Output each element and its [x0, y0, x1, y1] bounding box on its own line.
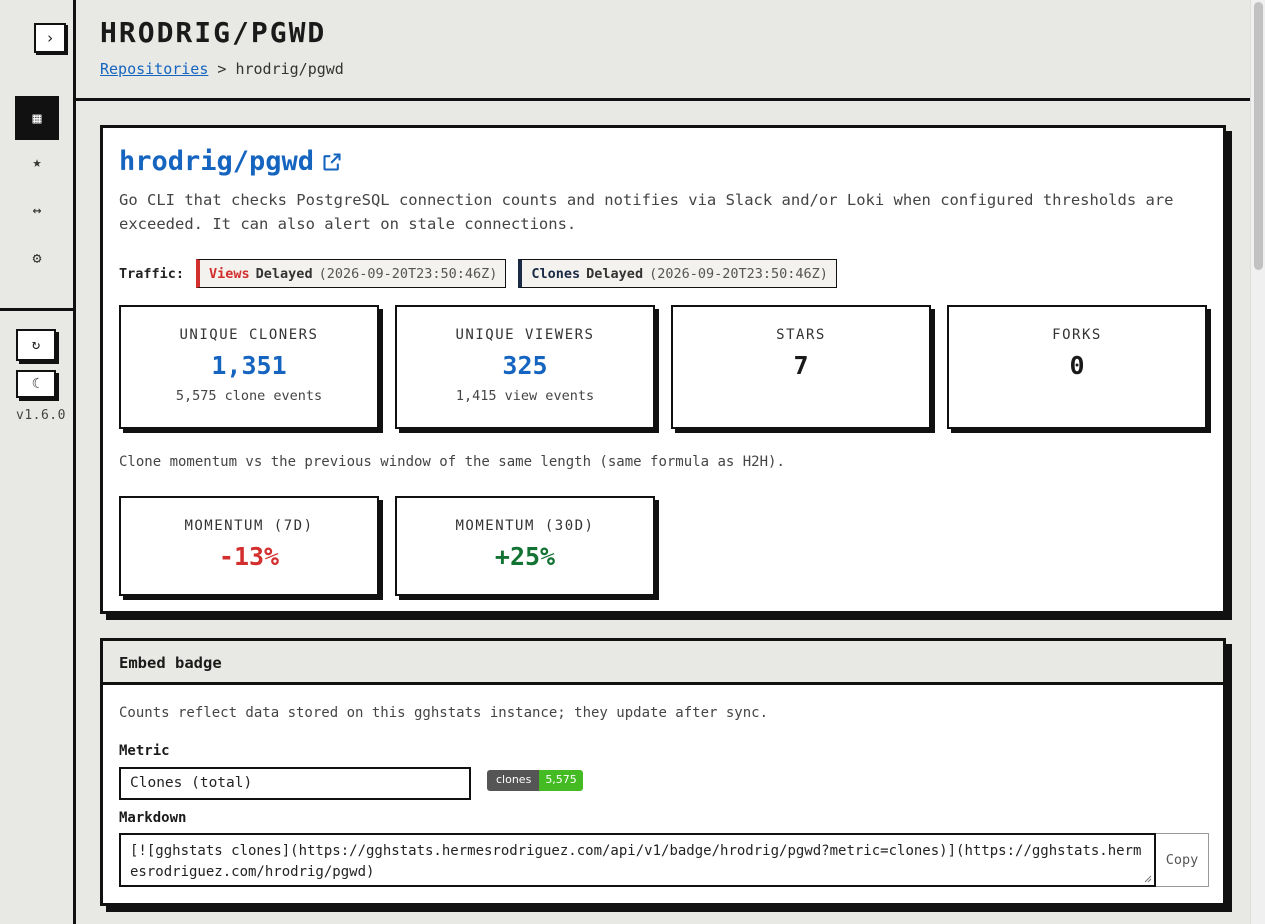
breadcrumb-current: hrodrig/pgwd [235, 60, 344, 78]
repo-name: hrodrig/pgwd [119, 146, 315, 177]
page-title: HRODRIG/PGWD [100, 16, 327, 49]
badge-preview-value: 5,575 [539, 770, 583, 791]
repo-description: Go CLI that checks PostgreSQL connection… [119, 191, 1174, 233]
external-link-icon [323, 152, 341, 171]
momentum-note: Clone momentum vs the previous window of… [119, 454, 785, 470]
clones-time: (2026-09-20T23:50:46Z) [649, 265, 828, 282]
refresh-button[interactable]: ↻ [16, 329, 56, 361]
sidebar-item-compare[interactable]: ↔ [15, 188, 59, 232]
sidebar-item-settings[interactable]: ⚙ [15, 236, 59, 280]
stat-label: MOMENTUM (7D) [184, 518, 314, 534]
stat-stars: STARS 7 [671, 305, 931, 429]
stat-unique-cloners: UNIQUE CLONERS 1,351 5,575 clone events [119, 305, 379, 429]
sidebar-item-stars[interactable]: ★ [15, 140, 59, 184]
metric-select[interactable]: Clones (total) [119, 767, 471, 800]
resize-grip-icon[interactable] [1142, 873, 1152, 883]
stat-value: 1,351 [211, 351, 287, 380]
breadcrumb: Repositories > hrodrig/pgwd [100, 60, 344, 78]
stat-label: STARS [776, 327, 826, 343]
views-state: Delayed [255, 265, 313, 282]
chevron-right-icon: › [45, 29, 55, 47]
repo-name-link[interactable]: hrodrig/pgwd [119, 146, 342, 177]
scrollbar-thumb[interactable] [1254, 2, 1263, 270]
stat-value: 7 [793, 351, 809, 380]
traffic-label: Traffic: [119, 265, 185, 282]
embed-badge-title: Embed badge [103, 641, 1223, 685]
stat-value: -13% [218, 542, 280, 571]
embed-note: Counts reflect data stored on this gghst… [119, 705, 769, 721]
clones-state: Delayed [586, 265, 644, 282]
gear-icon: ⚙ [32, 249, 42, 267]
embed-badge-card: Embed badge Counts reflect data stored o… [100, 638, 1226, 906]
markdown-text: [![gghstats clones](https://gghstats.her… [130, 843, 1142, 880]
sidebar-item-dashboard[interactable]: ▦ [15, 96, 59, 140]
refresh-icon: ↻ [31, 337, 41, 353]
moon-icon: ☾ [31, 376, 41, 392]
traffic-status: Traffic: Views Delayed (2026-09-20T23:50… [119, 259, 837, 288]
stat-unique-viewers: UNIQUE VIEWERS 325 1,415 view events [395, 305, 655, 429]
stat-value: +25% [494, 542, 556, 571]
views-kind: Views [209, 265, 250, 282]
views-time: (2026-09-20T23:50:46Z) [318, 265, 498, 282]
app-version: v1.6.0 [16, 408, 66, 423]
page-scrollbar[interactable] [1250, 0, 1265, 924]
repo-overview-card: hrodrig/pgwd Go CLI that checks PostgreS… [100, 125, 1226, 614]
stat-sub: 1,415 view events [455, 388, 595, 404]
stat-label: UNIQUE VIEWERS [455, 327, 595, 343]
views-status-badge: Views Delayed (2026-09-20T23:50:46Z) [196, 259, 507, 288]
breadcrumb-link-repositories[interactable]: Repositories [100, 60, 208, 78]
stat-value: 0 [1069, 351, 1085, 380]
copy-button[interactable]: Copy [1156, 833, 1209, 887]
badge-preview: clones 5,575 [487, 770, 583, 791]
grid-icon: ▦ [32, 109, 42, 127]
markdown-label: Markdown [119, 810, 187, 826]
metric-label: Metric [119, 743, 170, 759]
sidebar-toggle-button[interactable]: › [34, 23, 66, 53]
badge-preview-label: clones [487, 770, 540, 791]
stat-momentum-30d: MOMENTUM (30D) +25% [395, 496, 655, 596]
stat-value: 325 [502, 351, 548, 380]
sidebar: › ▦ ★ ↔ ⚙ ↻ ☾ v1.6.0 [0, 0, 76, 924]
compare-arrows-icon: ↔ [32, 201, 42, 219]
stat-momentum-7d: MOMENTUM (7D) -13% [119, 496, 379, 596]
star-icon: ★ [32, 153, 42, 171]
stat-label: MOMENTUM (30D) [455, 518, 595, 534]
markdown-textarea[interactable]: [![gghstats clones](https://gghstats.her… [119, 833, 1156, 887]
theme-toggle-button[interactable]: ☾ [16, 370, 56, 398]
page-header: HRODRIG/PGWD Repositories > hrodrig/pgwd [76, 0, 1250, 101]
sidebar-divider [0, 308, 73, 311]
clones-status-badge: Clones Delayed (2026-09-20T23:50:46Z) [518, 259, 837, 288]
breadcrumb-separator: > [217, 60, 227, 78]
stat-label: UNIQUE CLONERS [179, 327, 319, 343]
clones-kind: Clones [531, 265, 581, 282]
stat-forks: FORKS 0 [947, 305, 1207, 429]
stat-label: FORKS [1052, 327, 1102, 343]
stat-sub: 5,575 clone events [175, 388, 323, 404]
